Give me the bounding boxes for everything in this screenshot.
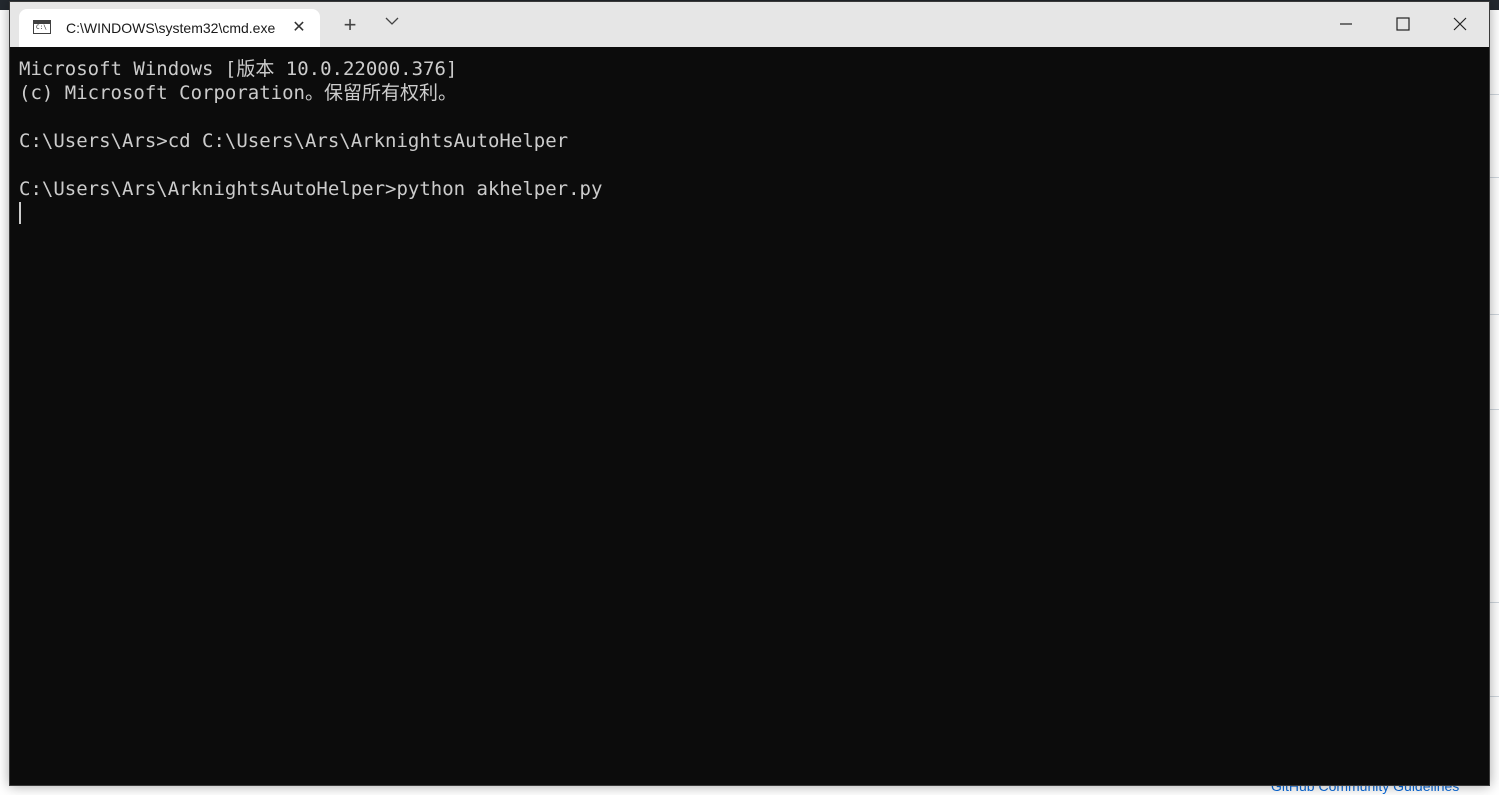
title-bar[interactable]: C:\ C:\WINDOWS\system32\cmd.exe ✕ + xyxy=(10,2,1489,47)
tab-title: C:\WINDOWS\system32\cmd.exe xyxy=(66,20,276,36)
close-tab-icon[interactable]: ✕ xyxy=(289,18,309,38)
terminal-line: Microsoft Windows [版本 10.0.22000.376] xyxy=(19,58,458,80)
terminal-window: C:\ C:\WINDOWS\system32\cmd.exe ✕ + Micr… xyxy=(9,1,1490,786)
text-cursor xyxy=(19,202,21,224)
close-window-button[interactable] xyxy=(1432,2,1488,46)
cmd-icon: C:\ xyxy=(33,20,51,34)
background-divider xyxy=(1490,696,1499,697)
background-divider xyxy=(1490,177,1499,178)
tab-cmd[interactable]: C:\ C:\WINDOWS\system32\cmd.exe ✕ xyxy=(19,9,320,47)
chevron-down-icon[interactable] xyxy=(377,14,407,40)
terminal-output[interactable]: Microsoft Windows [版本 10.0.22000.376] (c… xyxy=(10,47,1489,785)
background-divider xyxy=(1490,94,1499,95)
terminal-line: C:\Users\Ars\ArknightsAutoHelper>python … xyxy=(19,178,603,200)
maximize-button[interactable] xyxy=(1375,2,1431,46)
background-divider xyxy=(1490,314,1499,315)
minimize-button[interactable] xyxy=(1318,2,1374,46)
background-divider xyxy=(1490,602,1499,603)
background-divider xyxy=(1490,409,1499,410)
terminal-line: C:\Users\Ars>cd C:\Users\Ars\ArknightsAu… xyxy=(19,130,569,152)
new-tab-button[interactable]: + xyxy=(335,12,365,40)
terminal-line: (c) Microsoft Corporation。保留所有权利。 xyxy=(19,82,457,104)
